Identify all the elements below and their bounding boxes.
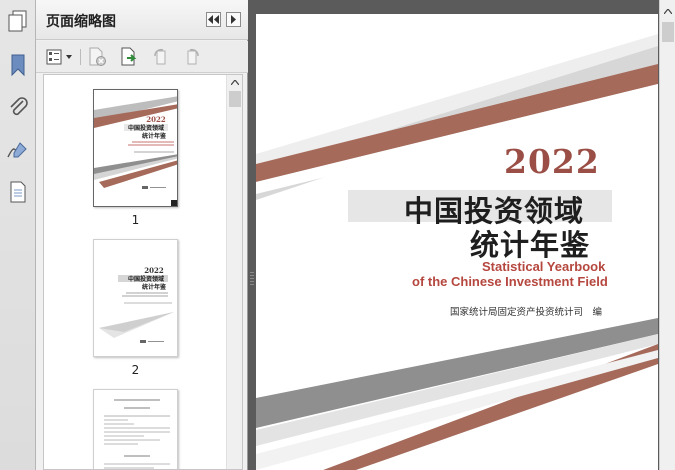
bookmarks-icon[interactable] [4, 50, 32, 80]
cover-artwork [256, 34, 658, 470]
delete-page-button[interactable] [86, 46, 108, 68]
cover-english-line2: of the Chinese Investment Field [412, 274, 608, 289]
thumbnail-label-2: 2 [131, 363, 140, 377]
page-thumbnails-icon[interactable] [4, 6, 32, 36]
cover-english-line1: Statistical Yearbook [482, 259, 606, 274]
svg-text:中国投资领域: 中国投资领域 [128, 275, 164, 283]
rotate-ccw-button[interactable] [150, 46, 172, 68]
thumbnail-resize-handle[interactable] [171, 200, 177, 206]
document-scroll-thumb[interactable] [662, 22, 674, 42]
svg-text:统计年鉴: 统计年鉴 [142, 283, 167, 291]
chevron-up-icon [231, 80, 239, 85]
cover-year: 2022 [504, 142, 600, 181]
rotate-left-icon [154, 48, 166, 65]
rotate-cw-button[interactable] [181, 46, 203, 68]
list-options-icon [46, 49, 62, 65]
thumbnail-page-3[interactable] [93, 389, 178, 469]
pdf-reader-window: 页面缩略图 2022 中国投资领域 统计年鉴 1 2022 中国投资领域 统计年… [0, 0, 675, 470]
delete-page-icon [89, 47, 106, 66]
insert-page-button[interactable] [118, 46, 140, 68]
options-menu-button[interactable] [46, 46, 74, 68]
chevron-down-icon [66, 55, 72, 59]
document-page: 2022 中国投资领域 统计年鉴 Statistical Yearbook of… [256, 14, 658, 470]
thumbnail-scrollbar[interactable] [226, 75, 242, 469]
rotate-right-icon [187, 48, 199, 65]
panel-title: 页面缩略图 [46, 14, 116, 30]
panel-options-button[interactable] [226, 12, 241, 27]
thumbnail-page-1[interactable]: 2022 中国投资领域 统计年鉴 [93, 89, 178, 207]
double-chevron-left-icon [208, 15, 219, 24]
collapse-panel-button[interactable] [206, 12, 221, 27]
panel-splitter[interactable] [248, 0, 256, 470]
svg-text:2022: 2022 [146, 115, 166, 124]
chevron-up-icon [664, 9, 672, 14]
thumbnail-scroll-thumb[interactable] [229, 91, 241, 107]
cover-title-line2: 统计年鉴 [470, 228, 591, 262]
svg-text:2022: 2022 [144, 266, 164, 275]
cover-publisher: 国家统计局固定资产投资统计司 编 [450, 307, 603, 318]
signatures-icon[interactable] [4, 135, 32, 165]
layers-page-icon[interactable] [4, 177, 32, 207]
svg-text:中国投资领域: 中国投资领域 [128, 124, 164, 132]
thumbnail-list: 2022 中国投资领域 统计年鉴 1 2022 中国投资领域 统计年鉴 2 [43, 74, 243, 470]
navigation-rail [0, 0, 36, 470]
scroll-up-arrow[interactable] [227, 75, 242, 90]
attachments-icon[interactable] [4, 92, 32, 122]
chevron-right-icon [231, 15, 236, 24]
insert-page-icon [121, 47, 137, 66]
thumbnail-label-1: 1 [131, 213, 140, 227]
panel-header: 页面缩略图 [36, 0, 248, 40]
doc-scroll-up-arrow[interactable] [660, 4, 675, 19]
thumbnails-toolbar [36, 41, 248, 73]
svg-text:统计年鉴: 统计年鉴 [142, 132, 167, 140]
thumbnails-panel: 页面缩略图 2022 中国投资领域 统计年鉴 1 2022 中国投资领域 统计年… [36, 0, 248, 470]
document-scrollbar[interactable] [659, 0, 675, 470]
thumbnail-page-2[interactable]: 2022 中国投资领域 统计年鉴 [93, 239, 178, 357]
